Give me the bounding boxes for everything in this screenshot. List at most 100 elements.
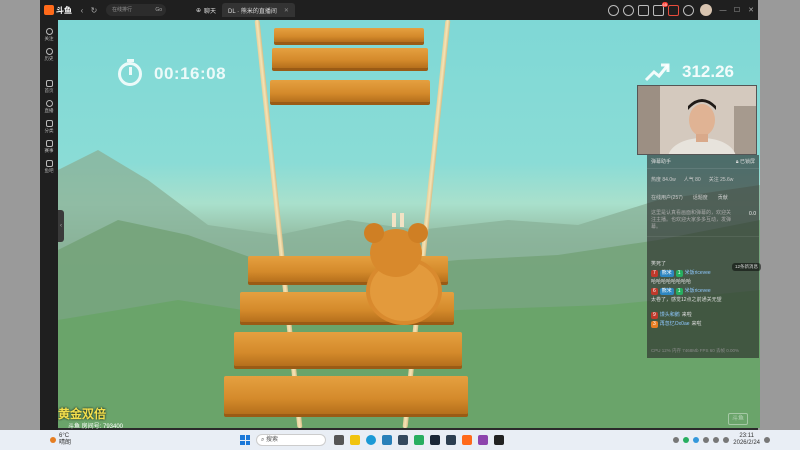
system-clock[interactable]: 23:11 2026/2/24 [733, 433, 760, 447]
panel-notice: 这里是认真看画面和弹幕的，欢迎关注主播。也欢迎大家多多互动，发弹幕。 0.0 [647, 205, 759, 237]
sidebar-item-follow[interactable]: 关注 [40, 28, 58, 42]
tab-live-room[interactable]: DL · 熊米的直播间 ✕ [222, 3, 295, 17]
sidebar-item-label: 赛事 [44, 148, 54, 153]
volume-icon[interactable] [723, 437, 730, 443]
chat-text: 笑死了 [651, 261, 667, 267]
username[interactable]: 米饭ricevee [685, 270, 711, 277]
search-input[interactable]: 在线排行 Go [106, 4, 166, 16]
clock-date: 2026/2/24 [733, 440, 760, 446]
notice-text: 这里是认真看画面和弹幕的，欢迎关注主播。也欢迎大家多多互动，发弹幕。 [651, 210, 732, 230]
username[interactable]: 米饭ricevee [685, 288, 711, 295]
back-arrow-icon[interactable]: ‹ [76, 6, 88, 15]
refresh-icon[interactable]: ↻ [88, 6, 100, 15]
weather-widget[interactable]: 6°C 晴朗 [0, 433, 240, 447]
bridge-plank [274, 28, 424, 42]
settings-icon[interactable] [683, 4, 694, 16]
sidebar-collapse-toggle[interactable]: ‹ [58, 210, 64, 242]
heart-icon[interactable] [623, 4, 634, 16]
new-messages-pill[interactable]: 12条新消息 [732, 263, 762, 271]
douyu-logo[interactable]: 斗鱼 [40, 5, 76, 16]
sidebar-item-label: 历史 [44, 56, 54, 61]
sidebar: 关注 历史 首页 直播 分类 赛事 鱼吧 [40, 20, 58, 430]
lock-status[interactable]: 🔒︎ 已锁屏 [736, 158, 755, 165]
sidebar-item-live[interactable]: 直播 [40, 100, 58, 114]
app-icon[interactable] [446, 435, 456, 445]
level-badge: 9 [651, 312, 658, 319]
tab-online-users[interactable]: 在线用户(257) [651, 194, 683, 201]
sidebar-item-history[interactable]: 历史 [40, 48, 58, 62]
clock-time: 23:11 [739, 433, 754, 439]
streamer-webcam [637, 85, 757, 155]
maximize-icon[interactable]: ☐ [730, 6, 744, 14]
chat-message: 哈哈哈哈哈哈哈哈 [651, 279, 755, 286]
search-icon: ⌕ [261, 437, 265, 443]
chevron-up-icon[interactable] [673, 437, 680, 443]
system-tray: 23:11 2026/2/24 [673, 433, 800, 447]
close-tab-icon[interactable]: ✕ [284, 7, 289, 14]
app-icon[interactable] [478, 435, 488, 445]
sidebar-item-home[interactable]: 首页 [40, 80, 58, 94]
chat-message: 6 熊米 1 米饭ricevee [651, 288, 755, 295]
tray-app-icon[interactable] [693, 437, 700, 443]
danmaku-assistant-panel: 弹幕助手 🔒︎ 已锁屏 热度 84.0w 人气 80 关注 25.6w 在线用户… [647, 155, 759, 358]
store-icon[interactable] [382, 435, 392, 445]
obs-icon[interactable] [494, 435, 504, 445]
stat-popularity: 人气 80 [683, 177, 701, 183]
file-explorer-icon[interactable] [350, 435, 360, 445]
sidebar-item-label: 首页 [44, 88, 54, 93]
taskbar-search-label: 搜索 [266, 437, 279, 443]
edge-icon[interactable] [366, 435, 376, 445]
username[interactable]: 再忽忆Ox0ae [660, 321, 690, 328]
windows-start-icon[interactable] [240, 435, 250, 445]
app-icon[interactable] [398, 435, 408, 445]
minimize-icon[interactable]: — [716, 7, 730, 14]
bridge-plank [234, 332, 462, 366]
search-go-button[interactable]: Go [155, 4, 162, 16]
tab-contribution[interactable]: 贡献 [718, 194, 728, 201]
taskbar-search[interactable]: ⌕ 搜索 [256, 434, 326, 446]
douyu-logo-icon [44, 5, 54, 15]
gold-double-text: 黄金双倍 [58, 407, 107, 421]
lock-status-label: 已锁屏 [739, 159, 755, 165]
user-avatar[interactable] [700, 4, 712, 16]
trend-up-icon [644, 63, 670, 82]
close-window-icon[interactable]: ✕ [744, 6, 758, 14]
steam-icon[interactable] [430, 435, 440, 445]
gift-icon[interactable] [668, 4, 679, 16]
fan-level-badge: 1 [675, 270, 683, 277]
level-badge: 7 [651, 270, 658, 277]
fan-badge: 熊米 [659, 288, 674, 295]
clock-icon[interactable] [608, 4, 619, 16]
sidebar-item-category[interactable]: 分类 [40, 120, 58, 134]
notification-badge: 65 [661, 1, 668, 7]
douyu-app-icon[interactable] [462, 435, 472, 445]
wifi-icon[interactable] [713, 437, 720, 443]
tray-app-icon[interactable] [683, 437, 690, 443]
sidebar-item-events[interactable]: 赛事 [40, 140, 58, 154]
level-badge: 3 [651, 321, 658, 328]
live-icon [45, 100, 53, 107]
grid-icon [45, 120, 53, 127]
tab-chat[interactable]: ⊕ 聊天 [190, 3, 222, 17]
game-timer: 00:16:08 [118, 59, 226, 86]
download-icon[interactable] [638, 4, 649, 16]
notification-icon[interactable] [764, 437, 770, 443]
panel-header: 弹幕助手 🔒︎ 已锁屏 [647, 155, 759, 169]
wechat-icon[interactable] [414, 435, 424, 445]
sidebar-item-label: 直播 [44, 108, 54, 113]
streamer-image [638, 86, 756, 154]
bridge-plank [272, 48, 428, 68]
username[interactable]: 馒头和鹅 [660, 312, 680, 319]
sidebar-item-fishbar[interactable]: 鱼吧 [40, 160, 58, 174]
chat-message: 太卷了，感觉12点之前通关无望 [651, 297, 755, 304]
task-view-icon[interactable] [334, 435, 344, 445]
tab-topic[interactable]: 话题度 [693, 194, 708, 201]
score-value: 312.26 [682, 62, 734, 81]
search-placeholder: 在线排行 [112, 7, 133, 13]
tray-app-icon[interactable] [703, 437, 710, 443]
chat-message: 3 再忽忆Ox0ae 来啦 [651, 321, 755, 328]
fan-level-badge: 1 [675, 288, 683, 295]
chat-message: 7 熊米 1 米饭ricevee [651, 270, 755, 277]
lock-icon: 🔒︎ [735, 159, 739, 165]
message-icon[interactable]: 65 [653, 1, 668, 16]
